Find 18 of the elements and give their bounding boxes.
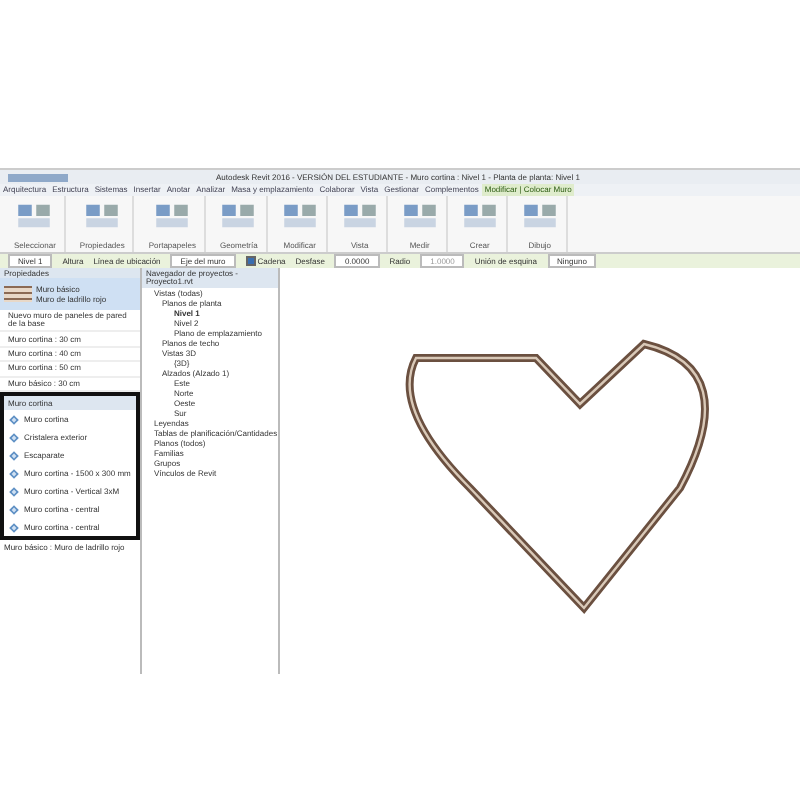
toolbar-icon[interactable] — [341, 202, 378, 230]
toolbar-icon[interactable] — [16, 202, 53, 230]
toolbar-icon[interactable] — [401, 202, 438, 230]
wall-type-icon — [8, 449, 20, 461]
toolbar-icon[interactable] — [461, 202, 498, 230]
wall-type-icon — [8, 485, 20, 497]
toolbar-icon[interactable] — [220, 202, 257, 230]
wall-swatch-icon — [4, 286, 32, 302]
toolbar-icon[interactable] — [521, 202, 558, 230]
wall-type-icon — [8, 467, 20, 479]
toolbar-icon[interactable] — [154, 202, 191, 230]
wall-type-icon — [8, 521, 20, 533]
wall-type-icon — [8, 431, 20, 443]
wall-type-icon — [8, 413, 20, 425]
toolbar-icon[interactable] — [84, 202, 121, 230]
quick-access-icon[interactable] — [8, 173, 68, 181]
wall-type-icon — [8, 503, 20, 515]
toolbar-icon[interactable] — [281, 202, 318, 230]
